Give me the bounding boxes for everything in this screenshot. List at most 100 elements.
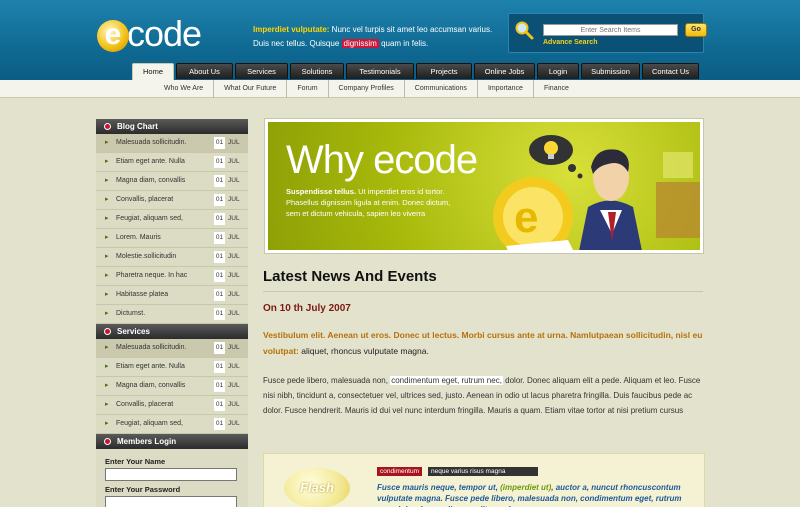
service-item[interactable]: ▸ Convallis, placerat 01 JUL (96, 396, 248, 415)
members-login-header: Members Login (96, 434, 248, 449)
arrow-icon: ▸ (105, 215, 109, 222)
bullet-icon (104, 438, 111, 445)
blog-item-day: 01 (214, 175, 225, 187)
flash-text-green: (imperdiet ut) (500, 483, 552, 492)
news-paragraph: Fusce pede libero, malesuada non, condim… (263, 373, 705, 418)
blog-item[interactable]: ▸ Molestie.sollicitudin 01 JUL (96, 248, 248, 267)
subnav-importance[interactable]: Importance (478, 80, 534, 98)
service-item-day: 01 (214, 399, 225, 411)
arrow-icon: ▸ (105, 234, 109, 241)
blog-item-day: 01 (214, 270, 225, 282)
search-input[interactable] (543, 24, 678, 36)
news-date: On 10 th July 2007 (263, 303, 351, 314)
tab-about-us[interactable]: About Us (176, 63, 233, 79)
search-icon (515, 21, 534, 40)
flash-tag-neque[interactable]: neque varius risus magna (428, 467, 538, 476)
blog-item[interactable]: ▸ Magna diam, convallis 01 JUL (96, 172, 248, 191)
subnav-finance[interactable]: Finance (534, 80, 579, 98)
arrow-icon: ▸ (105, 291, 109, 298)
blog-item-day: 01 (214, 308, 225, 320)
tab-online-jobs[interactable]: Online Jobs (474, 63, 535, 79)
service-item[interactable]: ▸ Malesuada sollicitudin. 01 JUL (96, 339, 248, 358)
subnav-communications[interactable]: Communications (405, 80, 478, 98)
blog-item[interactable]: ▸ Habitasse platea 01 JUL (96, 286, 248, 305)
blog-item[interactable]: ▸ Etiam eget ante. Nulla 01 JUL (96, 153, 248, 172)
tab-solutions[interactable]: Solutions (290, 63, 344, 79)
blog-item-label: Molestie.sollicitudin (116, 253, 177, 260)
intro-pink-word: dignissim (341, 39, 379, 48)
search-go-button[interactable]: Go (685, 23, 707, 37)
site-logo[interactable]: e code (97, 13, 202, 54)
blog-item-label: Pharetra neque. In hac (116, 272, 188, 279)
news-para-highlight: condimentum eget, rutrum nec, (390, 376, 503, 385)
services-title: Services (117, 327, 150, 336)
tab-projects[interactable]: Projects (416, 63, 472, 79)
service-item[interactable]: ▸ Feugiat, aliquam sed, 01 JUL (96, 415, 248, 434)
service-item-label: Malesuada sollicitudin. (116, 344, 187, 351)
blog-item-day: 01 (214, 213, 225, 225)
arrow-icon: ▸ (105, 420, 109, 427)
service-item-month: JUL (228, 401, 240, 408)
flash-cloud-label: Flash (300, 480, 334, 495)
main-nav: Home About Us Services Solutions Testimo… (132, 63, 701, 80)
tab-services[interactable]: Services (235, 63, 288, 79)
blog-item[interactable]: ▸ Convallis, placerat 01 JUL (96, 191, 248, 210)
flash-tag-condimentum[interactable]: condimentum (377, 467, 423, 476)
name-field[interactable] (105, 468, 237, 481)
blog-item-day: 01 (214, 194, 225, 206)
flash-cloud-icon: Flash (284, 468, 350, 507)
blog-item-month: JUL (228, 196, 240, 203)
blog-item[interactable]: ▸ Pharetra neque. In hac 01 JUL (96, 267, 248, 286)
blog-item[interactable]: ▸ Feugiat, aliquam sed, 01 JUL (96, 210, 248, 229)
tab-submission[interactable]: Submission (581, 63, 640, 79)
subnav-who-we-are[interactable]: Who We Are (154, 80, 215, 98)
blog-item[interactable]: ▸ Dictumst. 01 JUL (96, 305, 248, 324)
service-item-label: Convallis, placerat (116, 401, 174, 408)
service-item[interactable]: ▸ Etiam eget ante. Nulla 01 JUL (96, 358, 248, 377)
logo-e-mark: e (97, 20, 129, 52)
tab-testimonials[interactable]: Testimonials (346, 63, 414, 79)
service-item-label: Feugiat, aliquam sed, (116, 420, 183, 427)
tab-contact-us[interactable]: Contact Us (642, 63, 699, 79)
subnav-forum[interactable]: Forum (287, 80, 329, 98)
search-panel: Go Advance Search (508, 13, 707, 53)
tab-login[interactable]: Login (537, 63, 579, 79)
subnav-what-our-future[interactable]: What Our Future (214, 80, 288, 98)
service-item-label: Magna diam, convallis (116, 382, 186, 389)
arrow-icon: ▸ (105, 272, 109, 279)
arrow-icon: ▸ (105, 139, 109, 146)
news-lead: Vestibulum elit. Aenean ut eros. Donec u… (263, 327, 703, 359)
password-field[interactable] (105, 496, 237, 507)
service-item-day: 01 (214, 342, 225, 354)
blog-item-month: JUL (228, 253, 240, 260)
blog-item-label: Convallis, placerat (116, 196, 174, 203)
blog-item-month: JUL (228, 310, 240, 317)
service-item-month: JUL (228, 344, 240, 351)
service-item-month: JUL (228, 363, 240, 370)
service-item-month: JUL (228, 382, 240, 389)
blog-item[interactable]: ▸ Lorem. Mauris 01 JUL (96, 229, 248, 248)
blog-item-month: JUL (228, 215, 240, 222)
blog-item-label: Magna diam, convallis (116, 177, 186, 184)
arrow-icon: ▸ (105, 401, 109, 408)
bullet-icon (104, 328, 111, 335)
blog-item-month: JUL (228, 139, 240, 146)
arrow-icon: ▸ (105, 310, 109, 317)
subnav-company-profiles[interactable]: Company Profiles (329, 80, 405, 98)
hero-banner: Why ecode Suspendisse tellus. Ut imperdi… (265, 119, 703, 253)
flash-text: Fusce mauris neque, tempor ut, (imperdie… (377, 482, 697, 507)
blog-chart-header: Blog Chart (96, 119, 248, 134)
advanced-search-link[interactable]: Advance Search (543, 39, 597, 46)
news-lead-rest: aliquet, rhoncus vulputate magna. (298, 346, 429, 356)
tab-home[interactable]: Home (132, 63, 174, 80)
service-item[interactable]: ▸ Magna diam, convallis 01 JUL (96, 377, 248, 396)
arrow-icon: ▸ (105, 177, 109, 184)
blog-item[interactable]: ▸ Malesuada sollicitudin. 01 JUL (96, 134, 248, 153)
blog-item-month: JUL (228, 177, 240, 184)
logo-text: code (127, 13, 202, 54)
members-login-title: Members Login (117, 437, 177, 446)
blog-item-day: 01 (214, 137, 225, 149)
blog-item-month: JUL (228, 291, 240, 298)
service-item-day: 01 (214, 418, 225, 430)
sub-nav: Who We Are What Our Future Forum Company… (0, 80, 800, 98)
